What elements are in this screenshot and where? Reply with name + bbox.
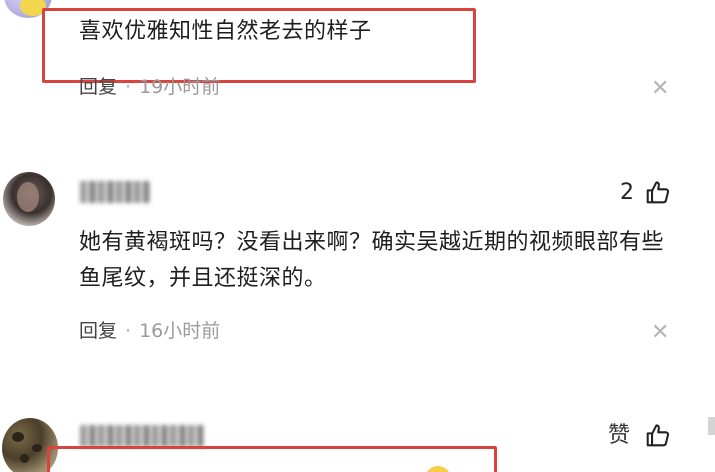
like-label[interactable]: 赞 — [608, 423, 630, 449]
comment-text: 喜欢优雅知性自然老去的样子 — [79, 19, 372, 44]
commenter-avatar[interactable] — [3, 172, 55, 226]
like-count: 2 — [620, 180, 634, 205]
avatar-graphic — [32, 444, 42, 452]
username-blurred[interactable] — [80, 181, 150, 203]
comment-text: 她有黄褐斑吗？没看出来啊？确实吴越近期的视频眼部有些鱼尾纹，并且还挺深的。 — [79, 230, 665, 291]
username-blurred[interactable] — [80, 425, 204, 447]
meta-separator: · — [125, 320, 132, 342]
comment-time: 16小时前 — [139, 320, 221, 342]
close-icon[interactable]: ✕ — [651, 78, 669, 100]
thumbs-up-icon[interactable] — [645, 179, 671, 205]
avatar-graphic — [12, 432, 24, 442]
meta-separator: · — [125, 76, 132, 98]
reply-button[interactable]: 回复 — [79, 76, 117, 98]
close-icon[interactable]: ✕ — [651, 322, 669, 344]
comment-meta: 回复 · 19小时前 — [79, 74, 220, 100]
comment-meta: 回复 · 16小时前 — [79, 318, 220, 344]
comment-time: 19小时前 — [139, 76, 221, 98]
thumbs-up-icon[interactable] — [645, 422, 671, 448]
avatar-graphic — [20, 454, 29, 463]
reply-button[interactable]: 回复 — [79, 320, 117, 342]
avatar-graphic — [17, 182, 39, 212]
scrollbar-edge[interactable] — [708, 417, 715, 435]
